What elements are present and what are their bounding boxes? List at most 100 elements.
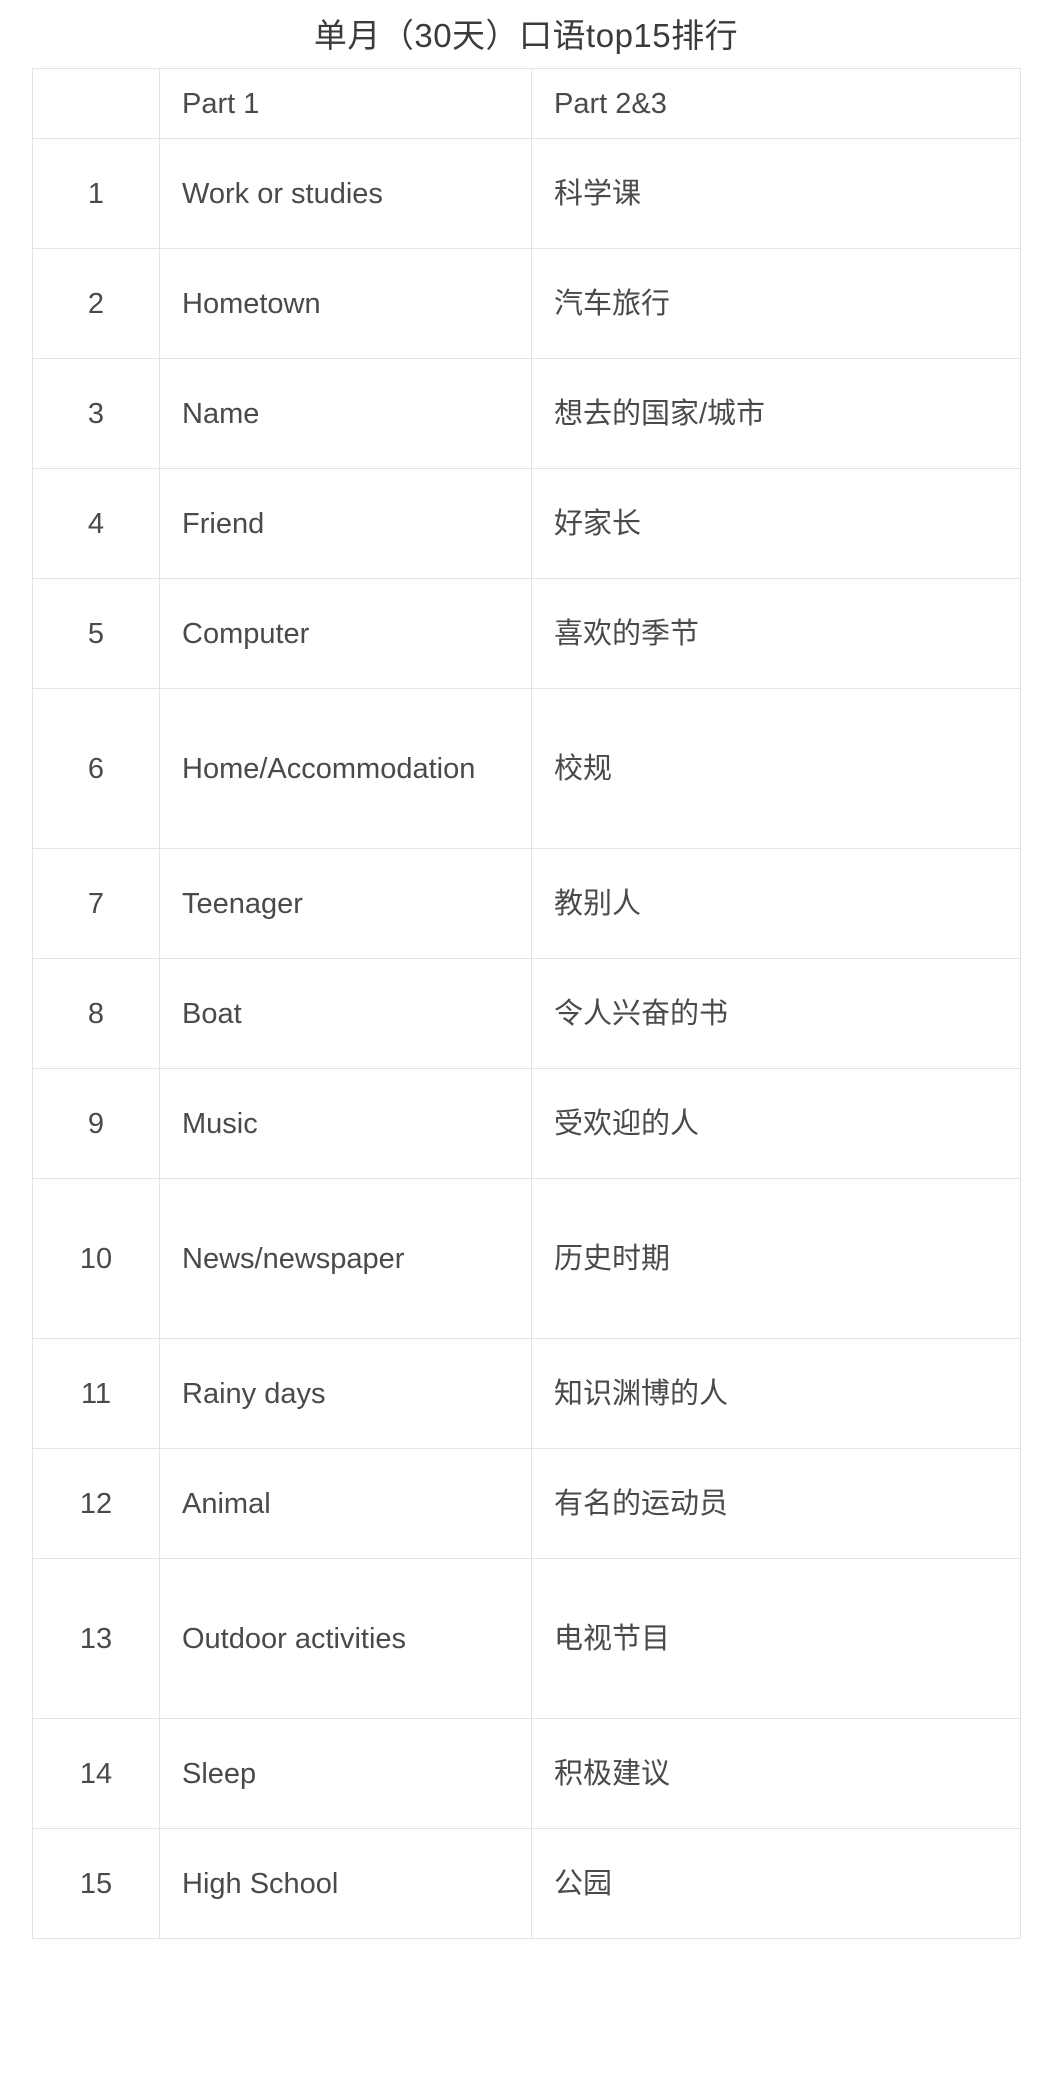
cell-part23: 想去的国家/城市 [531,358,1021,469]
cell-rank: 13 [32,1558,160,1719]
part1-value: High School [182,1867,339,1900]
cell-part1: Friend [159,468,532,579]
table-row: 8 Boat 令人兴奋的书 [32,958,1021,1069]
table-row: 9 Music 受欢迎的人 [32,1068,1021,1179]
cell-rank: 15 [32,1828,160,1939]
table-row: 4 Friend 好家长 [32,468,1021,579]
part1-value: Rainy days [182,1377,326,1410]
cell-part1: Work or studies [159,138,532,249]
table-row: 14 Sleep 积极建议 [32,1718,1021,1829]
cell-rank: 4 [32,468,160,579]
part1-value: Sleep [182,1757,257,1790]
part23-value: 好家长 [554,507,642,540]
column-header-part1-label: Part 1 [182,87,260,120]
cell-rank: 12 [32,1448,160,1559]
cell-rank: 7 [32,848,160,959]
cell-part23: 校规 [531,688,1021,849]
rank-value: 4 [87,507,105,540]
part23-value: 想去的国家/城市 [554,397,766,430]
cell-part1: High School [159,1828,532,1939]
rank-value: 5 [87,617,105,650]
cell-part23: 受欢迎的人 [531,1068,1021,1179]
cell-part23: 历史时期 [531,1178,1021,1339]
part23-value: 电视节目 [554,1622,671,1655]
table-row: 12 Animal 有名的运动员 [32,1448,1021,1559]
cell-part1: Teenager [159,848,532,959]
cell-part23: 令人兴奋的书 [531,958,1021,1069]
table-row: 2 Hometown 汽车旅行 [32,248,1021,359]
table-container: Part 1 Part 2&3 1 Work or studies 科学课 2 … [32,68,1021,1939]
cell-rank: 6 [32,688,160,849]
rank-value: 7 [87,887,105,920]
cell-part1: Hometown [159,248,532,359]
column-header-rank [32,68,160,139]
rank-value: 14 [79,1757,113,1790]
table-header-row: Part 1 Part 2&3 [32,68,1021,139]
cell-part23: 积极建议 [531,1718,1021,1829]
table-row: 15 High School 公园 [32,1828,1021,1939]
cell-rank: 14 [32,1718,160,1829]
cell-part23: 喜欢的季节 [531,578,1021,689]
cell-part1: Home/Accommodation [159,688,532,849]
page-title: 单月（30天）口语top15排行 [313,17,739,54]
cell-part1: Boat [159,958,532,1069]
rank-value: 10 [79,1242,113,1275]
cell-part23: 科学课 [531,138,1021,249]
part1-value: Computer [182,617,310,650]
cell-rank: 11 [32,1338,160,1449]
rank-value: 15 [79,1867,113,1900]
rank-value: 2 [87,287,105,320]
cell-rank: 8 [32,958,160,1069]
cell-rank: 5 [32,578,160,689]
part1-value: Outdoor activities [182,1622,407,1655]
table-row: 6 Home/Accommodation 校规 [32,688,1021,849]
part1-value: Friend [182,507,265,540]
column-header-part23-label: Part 2&3 [554,87,667,120]
speaking-topics-table: Part 1 Part 2&3 1 Work or studies 科学课 2 … [32,68,1021,1939]
cell-part1: Rainy days [159,1338,532,1449]
part1-value: Music [182,1107,258,1140]
cell-part23: 汽车旅行 [531,248,1021,359]
table-row: 1 Work or studies 科学课 [32,138,1021,249]
rank-value: 11 [80,1377,112,1410]
part23-value: 喜欢的季节 [554,617,700,650]
cell-rank: 10 [32,1178,160,1339]
cell-part23: 教别人 [531,848,1021,959]
table-row: 5 Computer 喜欢的季节 [32,578,1021,689]
table-row: 3 Name 想去的国家/城市 [32,358,1021,469]
table-row: 11 Rainy days 知识渊博的人 [32,1338,1021,1449]
column-header-part23: Part 2&3 [531,68,1021,139]
part23-value: 教别人 [554,887,642,920]
rank-value: 13 [79,1622,113,1655]
cell-part23: 电视节目 [531,1558,1021,1719]
rank-value: 6 [87,752,105,785]
part23-value: 校规 [554,752,613,785]
cell-part23: 公园 [531,1828,1021,1939]
part1-value: Teenager [182,887,303,920]
part23-value: 积极建议 [554,1757,671,1790]
cell-rank: 9 [32,1068,160,1179]
part23-value: 公园 [554,1867,613,1900]
table-row: 7 Teenager 教别人 [32,848,1021,959]
cell-rank: 1 [32,138,160,249]
cell-part1: Music [159,1068,532,1179]
cell-part1: Sleep [159,1718,532,1829]
part1-value: Boat [182,997,242,1030]
table-head: Part 1 Part 2&3 [32,68,1021,139]
rank-value: 1 [87,177,105,210]
rank-value: 3 [87,397,105,430]
part23-value: 受欢迎的人 [554,1107,700,1140]
part23-value: 汽车旅行 [554,287,671,320]
cell-part23: 有名的运动员 [531,1448,1021,1559]
table-body: 1 Work or studies 科学课 2 Hometown 汽车旅行 3 … [32,138,1021,1939]
rank-value: 8 [87,997,105,1030]
cell-part1: Name [159,358,532,469]
cell-rank: 2 [32,248,160,359]
table-row: 10 News/newspaper 历史时期 [32,1178,1021,1339]
cell-part1: Computer [159,578,532,689]
page-root: 单月（30天）口语top15排行 Part 1 Part 2&3 1 Work … [0,0,1052,2083]
cell-rank: 3 [32,358,160,469]
part1-value: Hometown [182,287,321,320]
part23-value: 历史时期 [554,1242,671,1275]
part1-value: News/newspaper [182,1242,405,1275]
